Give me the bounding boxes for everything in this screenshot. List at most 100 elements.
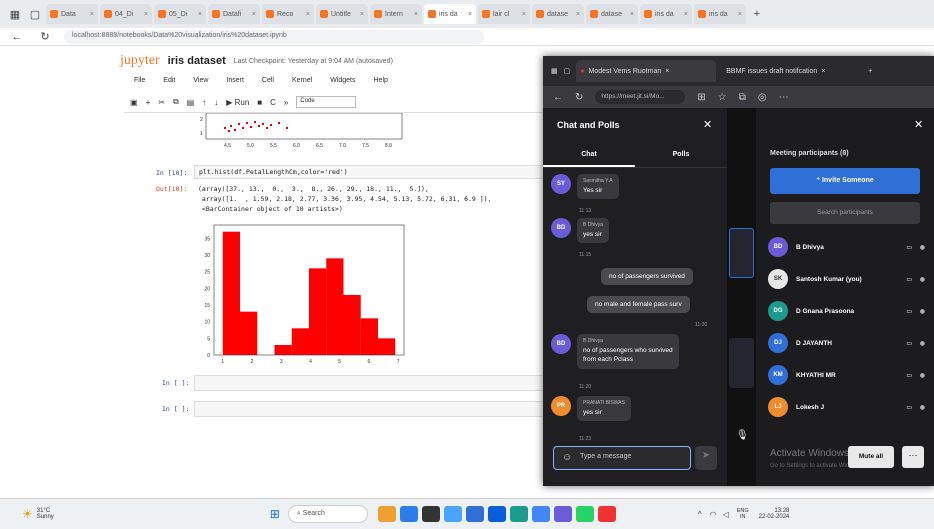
restart-icon[interactable]: C	[270, 98, 276, 107]
more-icon[interactable]: ⋯	[779, 92, 789, 103]
back-icon[interactable]: ←	[553, 92, 563, 103]
collections-icon[interactable]: ⧉	[739, 92, 746, 103]
browser-tab[interactable]: Data ×	[46, 4, 98, 24]
paste-icon[interactable]: ▤	[187, 98, 195, 107]
empty-code-cell[interactable]	[194, 401, 546, 417]
reload-icon[interactable]: ↻	[36, 30, 54, 43]
browser-tab[interactable]: datase ×	[586, 4, 638, 24]
browser-tab[interactable]: iris da ×	[640, 4, 692, 24]
store-icon[interactable]	[465, 506, 484, 522]
word-icon[interactable]	[487, 506, 506, 522]
video-thumbnail[interactable]	[729, 338, 754, 388]
tab-chat[interactable]: Chat	[543, 144, 635, 167]
mute-all-button[interactable]: Mute all	[848, 446, 894, 468]
move-down-icon[interactable]: ↓	[214, 98, 218, 107]
menu-help[interactable]: Help	[374, 77, 388, 84]
browser-tab[interactable]: Intern ×	[370, 4, 422, 24]
profile-icon[interactable]: ◎	[758, 92, 767, 103]
run-button[interactable]: ▶ Run	[226, 98, 249, 107]
participant-row[interactable]: BD B Dhivya ▭ ◉	[768, 236, 928, 258]
terminal-icon[interactable]	[421, 506, 440, 522]
menu-insert[interactable]: Insert	[226, 77, 244, 84]
extensions-icon[interactable]: ⊞	[697, 92, 705, 103]
code-cell[interactable]: plt.hist(df.PetalLengthCm,color='red')	[194, 165, 546, 179]
browser-tab[interactable]: 04_Di ×	[100, 4, 152, 24]
close-icon[interactable]: ✕	[703, 118, 712, 131]
browser-tab[interactable]: Datafi ×	[208, 4, 260, 24]
close-tab-icon[interactable]: ×	[360, 11, 364, 18]
new-tab-icon[interactable]: +	[748, 8, 766, 20]
close-tab-icon[interactable]: ×	[90, 11, 94, 18]
clock[interactable]: 13:28 22-02-2024	[759, 508, 790, 520]
move-up-icon[interactable]: ↑	[202, 98, 206, 107]
language-indicator[interactable]: ENG IN	[737, 508, 749, 520]
tray-chevron-icon[interactable]: ^	[698, 510, 702, 519]
close-tab-icon[interactable]: ×	[821, 68, 825, 75]
more-options-button[interactable]: ⋯	[902, 446, 924, 468]
address-bar[interactable]: https://meet.jit.si/Mo...	[595, 90, 686, 104]
menu-view[interactable]: View	[193, 77, 208, 84]
reload-icon[interactable]: ↻	[575, 92, 583, 103]
tab-polls[interactable]: Polls	[635, 144, 727, 167]
close-tab-icon[interactable]: ×	[522, 11, 526, 18]
close-icon[interactable]: ✕	[914, 118, 923, 131]
browser-tab[interactable]: Untitle ×	[316, 4, 368, 24]
wifi-icon[interactable]: ◠	[710, 510, 717, 519]
volume-icon[interactable]: ◁	[723, 510, 729, 519]
send-button[interactable]: ➤	[695, 446, 717, 470]
stop-icon[interactable]: ■	[257, 98, 262, 107]
close-tab-icon[interactable]: ×	[738, 11, 742, 18]
app-icon[interactable]	[597, 506, 616, 522]
address-bar[interactable]: localhost:8888/notebooks/Data%20visualiz…	[64, 29, 484, 44]
menu-edit[interactable]: Edit	[163, 77, 175, 84]
search-participants-input[interactable]: Search participants	[770, 202, 920, 224]
save-icon[interactable]: ▣	[130, 98, 138, 107]
weather-widget[interactable]: 31°C Sunny	[37, 508, 54, 520]
app-menu-icon[interactable]: ▦	[551, 67, 558, 75]
browser-tab[interactable]: lair cl ×	[478, 4, 530, 24]
tab-actions-icon[interactable]: ▢	[26, 8, 44, 21]
menu-kernel[interactable]: Kernel	[292, 77, 312, 84]
file-explorer-icon[interactable]	[377, 506, 396, 522]
chrome-icon[interactable]	[531, 506, 550, 522]
close-tab-icon[interactable]: ×	[306, 11, 310, 18]
close-tab-icon[interactable]: ×	[684, 11, 688, 18]
participant-row[interactable]: DG D Gnana Prasoona ▭ ◉	[768, 300, 928, 322]
jupyter-logo[interactable]: jupyter	[120, 53, 160, 69]
menu-file[interactable]: File	[134, 77, 145, 84]
close-tab-icon[interactable]: ×	[252, 11, 256, 18]
close-tab-icon[interactable]: ×	[576, 11, 580, 18]
app-icon[interactable]	[509, 506, 528, 522]
mail-icon[interactable]	[443, 506, 462, 522]
microphone-icon[interactable]: 🎙	[736, 430, 749, 441]
participant-row[interactable]: SK Santosh Kumar (you) ▭ ◉	[768, 268, 928, 290]
close-tab-icon[interactable]: ×	[414, 11, 418, 18]
favorites-icon[interactable]: ☆	[718, 92, 727, 103]
cut-icon[interactable]: ✂	[158, 98, 165, 107]
fast-forward-icon[interactable]: »	[284, 98, 288, 107]
participant-row[interactable]: DJ D JAYANTH ▭ ◉	[768, 332, 928, 354]
start-icon[interactable]: ⊞	[270, 507, 280, 521]
browser-tab[interactable]: Reco ×	[262, 4, 314, 24]
participant-row[interactable]: KM KHYATHI MR ▭ ◉	[768, 364, 928, 386]
empty-code-cell[interactable]	[194, 375, 546, 391]
browser-tab[interactable]: BBMF issues draft notifcation ×	[722, 60, 862, 82]
close-tab-icon[interactable]: ×	[665, 68, 669, 75]
close-tab-icon[interactable]: ×	[198, 11, 202, 18]
close-tab-icon[interactable]: ×	[144, 11, 148, 18]
new-tab-icon[interactable]: +	[868, 68, 872, 75]
browser-tab[interactable]: iris da ×	[694, 4, 746, 24]
add-cell-icon[interactable]: +	[146, 98, 151, 107]
emoji-icon[interactable]: ☺	[562, 452, 572, 463]
tab-actions-icon[interactable]: ▢	[564, 67, 571, 75]
teams-icon[interactable]	[553, 506, 572, 522]
app-menu-icon[interactable]: ▦	[6, 8, 24, 21]
video-thumbnail[interactable]	[729, 228, 754, 278]
menu-widgets[interactable]: Widgets	[330, 77, 355, 84]
cell-type-select[interactable]: Code	[296, 96, 357, 108]
meeting-tab[interactable]: ● Modest Vems Ruotman ×	[576, 60, 717, 82]
browser-tab[interactable]: 05_Di ×	[154, 4, 206, 24]
chat-message-input[interactable]: ☺ Type a message	[553, 446, 691, 470]
menu-cell[interactable]: Cell	[262, 77, 274, 84]
invite-someone-button[interactable]: ⁺ Invite Someone	[770, 168, 920, 194]
